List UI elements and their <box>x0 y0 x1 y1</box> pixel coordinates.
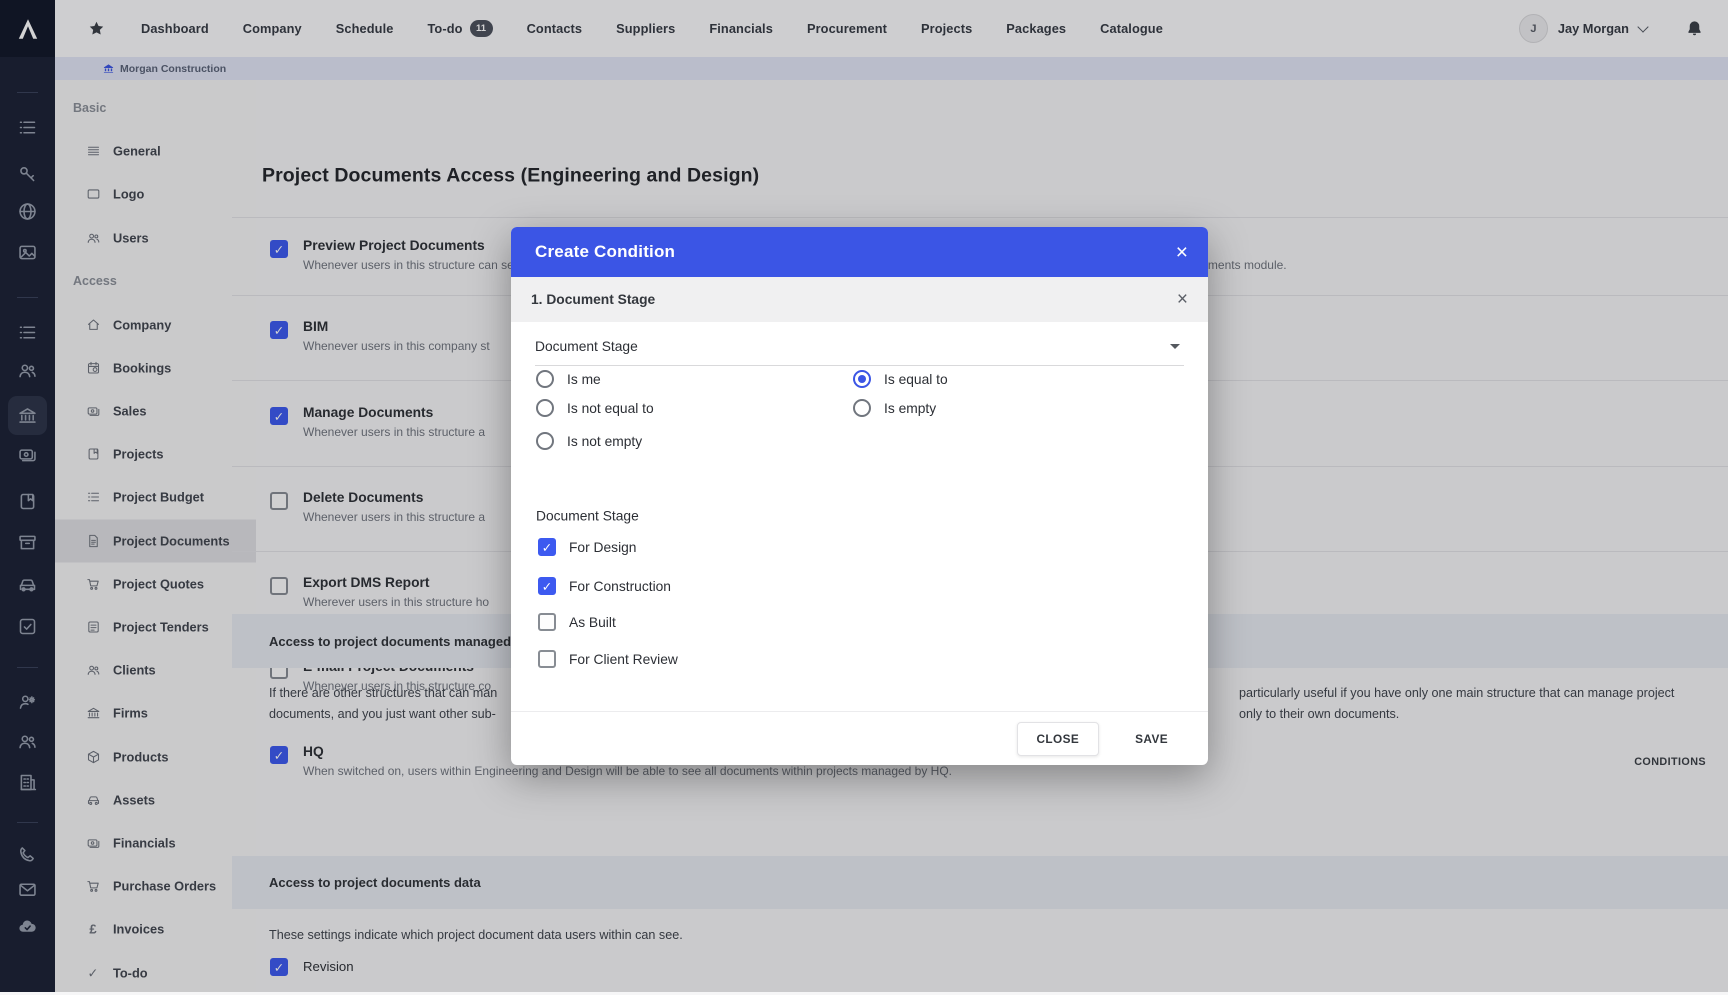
option-for-client-review[interactable]: For Client Review <box>538 650 678 668</box>
modal-header: Create Condition × <box>511 227 1208 277</box>
radio-is-equal-to[interactable]: Is equal to <box>853 370 948 388</box>
option-checkbox[interactable] <box>538 613 556 631</box>
radio-is-not-empty[interactable]: Is not empty <box>536 432 642 450</box>
modal-footer: CLOSE SAVE <box>511 711 1208 765</box>
radio-circle[interactable] <box>853 370 871 388</box>
option-checkbox[interactable] <box>538 538 556 556</box>
select-caret-icon <box>1170 344 1180 349</box>
radio-circle[interactable] <box>853 399 871 417</box>
option-for-design[interactable]: For Design <box>538 538 636 556</box>
close-button[interactable]: CLOSE <box>1017 722 1100 756</box>
option-checkbox[interactable] <box>538 650 556 668</box>
radio-circle[interactable] <box>536 432 554 450</box>
condition-remove-icon[interactable]: × <box>1177 290 1188 309</box>
field-select[interactable]: Document Stage <box>535 327 1184 366</box>
modal-close-icon[interactable]: × <box>1176 242 1188 263</box>
radio-is-not-equal-to[interactable]: Is not equal to <box>536 399 654 417</box>
condition-step-header: 1. Document Stage × <box>511 277 1208 322</box>
option-as-built[interactable]: As Built <box>538 613 616 631</box>
radio-is-empty[interactable]: Is empty <box>853 399 936 417</box>
radio-circle[interactable] <box>536 370 554 388</box>
field-select-value: Document Stage <box>535 339 638 354</box>
create-condition-modal: Create Condition × 1. Document Stage × D… <box>511 227 1208 765</box>
option-for-construction[interactable]: For Construction <box>538 577 671 595</box>
save-button[interactable]: SAVE <box>1121 723 1182 755</box>
modal-title: Create Condition <box>535 242 675 262</box>
radio-is-me[interactable]: Is me <box>536 370 601 388</box>
option-checkbox[interactable] <box>538 577 556 595</box>
radio-circle[interactable] <box>536 399 554 417</box>
condition-step-label: 1. Document Stage <box>531 292 655 307</box>
options-group-label: Document Stage <box>536 509 639 524</box>
